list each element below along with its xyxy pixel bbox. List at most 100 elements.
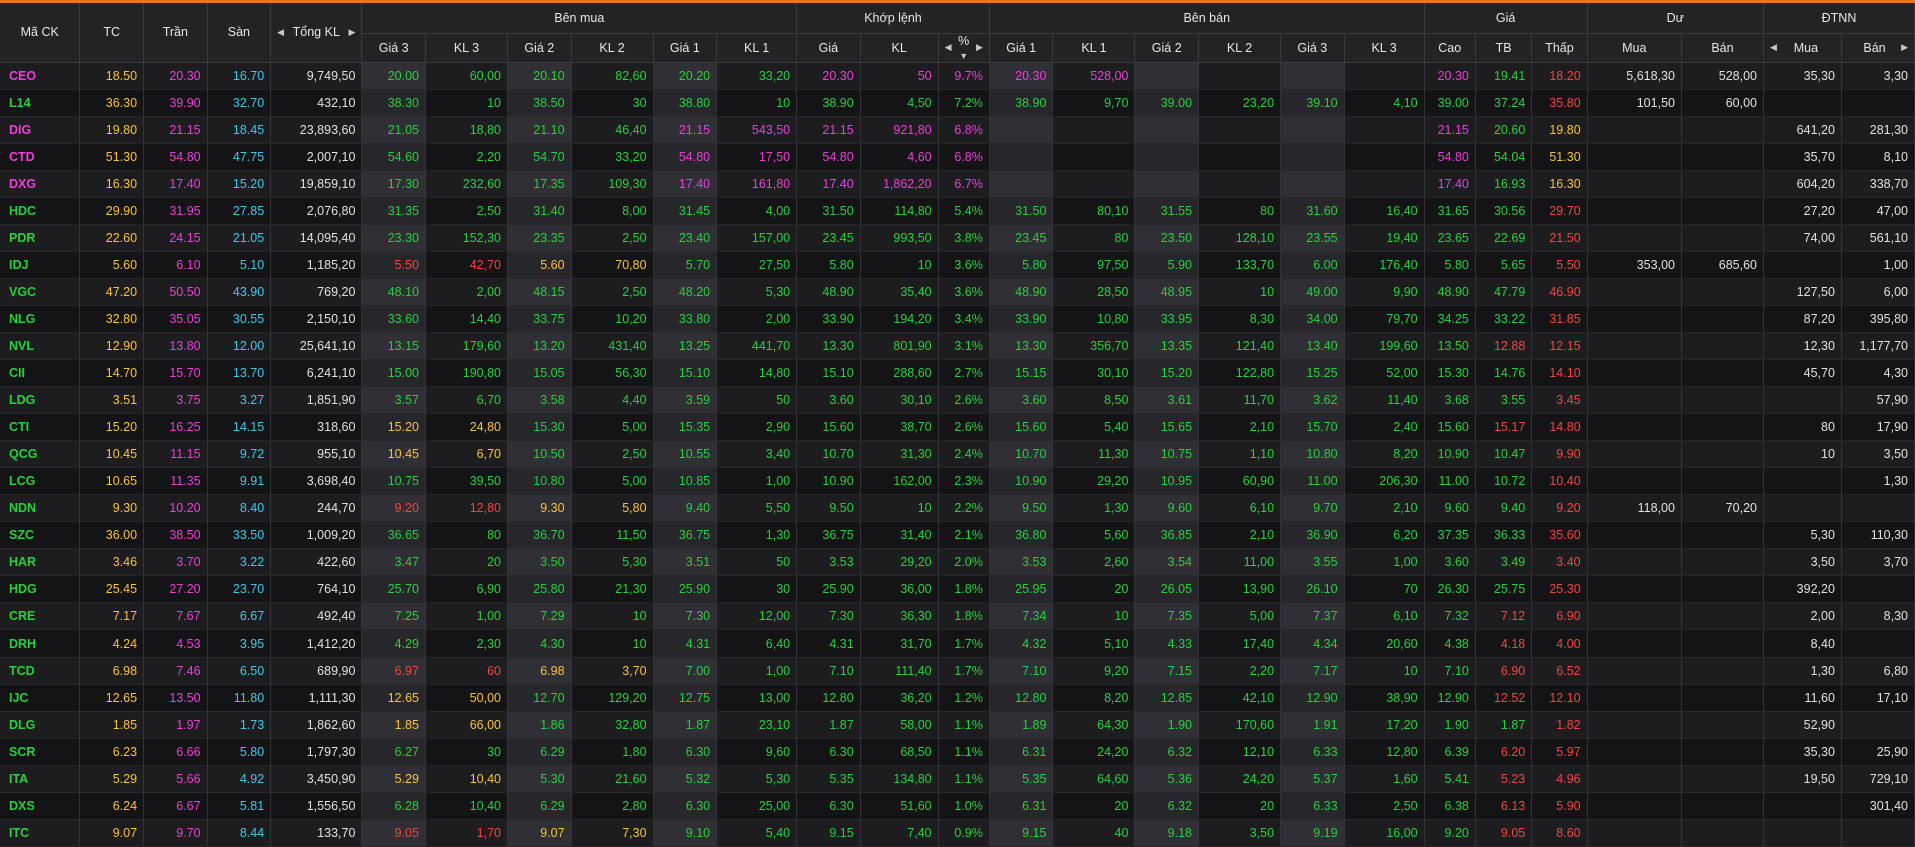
header-sell-vol-2[interactable]: KL 2 xyxy=(1198,33,1282,63)
header-sell-vol-3[interactable]: KL 3 xyxy=(1344,33,1425,63)
cell-symbol[interactable]: DRH xyxy=(0,629,81,658)
scroll-right-icon[interactable]: ▶ xyxy=(976,42,983,53)
header-ceiling[interactable]: Trần xyxy=(143,3,208,63)
table-row[interactable]: NLG 32.80 35.05 30.55 2,150,10 33.60 14,40 33.7… xyxy=(0,305,1915,333)
header-foreign-sell[interactable]: Bán ▶ xyxy=(1841,33,1915,63)
header-foreign-buy[interactable]: ◀ Mua xyxy=(1763,33,1842,63)
header-buy-vol-1[interactable]: KL 1 xyxy=(716,33,798,63)
header-high[interactable]: Cao xyxy=(1424,33,1476,63)
table-row[interactable]: LCG 10.65 11.35 9.91 3,698,40 10.75 39,50 10.80… xyxy=(0,467,1915,496)
cell-symbol[interactable]: DIG xyxy=(0,116,81,144)
cell-symbol[interactable]: PDR xyxy=(0,224,81,252)
header-floor[interactable]: Sàn xyxy=(207,3,272,63)
table-row[interactable]: CTI 15.20 16.25 14.15 318,60 15.20 24,80 15.30 5… xyxy=(0,413,1915,442)
table-row[interactable]: DXG 16.30 17.40 15.20 19,859,10 17.30 232,60 17… xyxy=(0,170,1915,198)
table-row[interactable]: CEO 18.50 20.30 16.70 9,749,50 20.00 60,00 20.1… xyxy=(0,62,1915,90)
cell-symbol[interactable]: NVL xyxy=(0,332,81,361)
header-low[interactable]: Thấp xyxy=(1531,33,1588,63)
header-sell-price-1[interactable]: Giá 1 xyxy=(989,33,1054,63)
table-row[interactable]: HDG 25.45 27.20 23.70 764,10 25.70 6,90 25.80 21… xyxy=(0,575,1915,604)
cell-symbol[interactable]: IJC xyxy=(0,684,81,712)
table-row[interactable]: CRE 7.17 7.67 6.67 492,40 7.25 1,00 7.29 10 7.30 1… xyxy=(0,602,1915,631)
table-row[interactable]: DLG 1.85 1.97 1.73 1,862,60 1.85 66,00 1.86 32,8… xyxy=(0,711,1915,739)
cell-symbol[interactable]: HAR xyxy=(0,548,81,577)
table-row[interactable]: DXS 6.24 6.67 5.81 1,556,50 6.28 10,40 6.29 2,80… xyxy=(0,792,1915,820)
cell-buy-vol-3: 6,70 xyxy=(425,440,508,469)
table-row[interactable]: NDN 9.30 10.20 8.40 244,70 9.20 12,80 9.30 5,80 9… xyxy=(0,494,1915,523)
cell-symbol[interactable]: NLG xyxy=(0,305,81,333)
table-row[interactable]: HAR 3.46 3.70 3.22 422,60 3.47 20 3.50 5,30 3.51 5… xyxy=(0,548,1915,577)
cell-symbol[interactable]: HDC xyxy=(0,197,81,225)
cell-symbol[interactable]: DLG xyxy=(0,711,81,739)
table-row[interactable]: QCG 10.45 11.15 9.72 955,10 10.45 6,70 10.50 2,5… xyxy=(0,440,1915,469)
cell-symbol[interactable]: LDG xyxy=(0,386,81,415)
cell-match-price: 6.30 xyxy=(796,738,861,766)
cell-symbol[interactable]: DXG xyxy=(0,170,81,198)
cell-symbol[interactable]: L14 xyxy=(0,89,81,117)
header-buy-price-3[interactable]: Giá 3 xyxy=(361,33,426,63)
header-sell-price-2[interactable]: Giá 2 xyxy=(1134,33,1200,63)
scroll-left-icon[interactable]: ◀ xyxy=(277,27,284,38)
cell-symbol[interactable]: CTD xyxy=(0,143,81,171)
table-row[interactable]: DIG 19.80 21.15 18.45 23,893,60 21.05 18,80 21.… xyxy=(0,116,1915,144)
header-remain-sell[interactable]: Bán xyxy=(1681,33,1764,63)
header-buy-price-2[interactable]: Giá 2 xyxy=(507,33,572,63)
header-avg[interactable]: TB xyxy=(1475,33,1533,63)
table-row[interactable]: ITC 9.07 9.70 8.44 133,70 9.05 1,70 9.07 7,30 9.1… xyxy=(0,819,1915,847)
table-row[interactable]: NVL 12.90 13.80 12.00 25,641,10 13.15 179,60 13… xyxy=(0,332,1915,361)
cell-symbol[interactable]: SCR xyxy=(0,738,81,766)
cell-symbol[interactable]: VGC xyxy=(0,278,81,306)
cell-symbol[interactable]: IDJ xyxy=(0,251,81,279)
table-row[interactable]: HDC 29.90 31.95 27.85 2,076,80 31.35 2,50 31.40… xyxy=(0,197,1915,225)
cell-match-vol: 51,60 xyxy=(860,792,939,820)
header-total-volume[interactable]: ◀ Tổng KL ▶ xyxy=(270,3,363,63)
cell-sell-vol-2: 20 xyxy=(1198,792,1282,820)
cell-sell-vol-1: 64,60 xyxy=(1052,765,1136,793)
header-sell-price-3[interactable]: Giá 3 xyxy=(1280,33,1345,63)
header-sell-vol-1[interactable]: KL 1 xyxy=(1052,33,1136,63)
table-row[interactable]: IDJ 5.60 6.10 5.10 1,185,20 5.50 42,70 5.60 70,8… xyxy=(0,251,1915,279)
cell-symbol[interactable]: ITA xyxy=(0,765,81,793)
table-row[interactable]: TCD 6.98 7.46 6.50 689,90 6.97 60 6.98 3,70 7.00 1… xyxy=(0,657,1915,685)
cell-symbol[interactable]: TCD xyxy=(0,657,81,685)
table-row[interactable]: ITA 5.29 5.66 4.92 3,450,90 5.29 10,40 5.30 21,6… xyxy=(0,765,1915,793)
table-row[interactable]: CII 14.70 15.70 13.70 6,241,10 15.00 190,80 15.… xyxy=(0,359,1915,388)
header-buy-vol-3[interactable]: KL 3 xyxy=(425,33,508,63)
cell-remain-sell xyxy=(1681,305,1764,333)
cell-symbol[interactable]: CTI xyxy=(0,413,81,442)
header-match-vol[interactable]: KL xyxy=(860,33,939,63)
cell-symbol[interactable]: LCG xyxy=(0,467,81,496)
table-row[interactable]: PDR 22.60 24.15 21.05 14,095,40 23.30 152,30 23… xyxy=(0,224,1915,252)
header-symbol[interactable]: Mã CK xyxy=(0,3,81,63)
table-row[interactable]: LDG 3.51 3.75 3.27 1,851,90 3.57 6,70 3.58 4,40 3… xyxy=(0,386,1915,415)
cell-symbol[interactable]: QCG xyxy=(0,440,81,469)
table-row[interactable]: SZC 36.00 38.50 33.50 1,009,20 36.65 80 36.70 11… xyxy=(0,521,1915,550)
header-match-pct[interactable]: ◀ % ▼ ▶ xyxy=(938,33,990,63)
cell-symbol[interactable]: CRE xyxy=(0,602,81,631)
cell-symbol[interactable]: NDN xyxy=(0,494,81,523)
table-row[interactable]: VGC 47.20 50.50 43.90 769,20 48.10 2,00 48.15 2,… xyxy=(0,278,1915,306)
cell-symbol[interactable]: HDG xyxy=(0,575,81,604)
scroll-left-icon[interactable]: ◀ xyxy=(945,42,952,53)
header-buy-price-1[interactable]: Giá 1 xyxy=(653,33,718,63)
header-buy-vol-2[interactable]: KL 2 xyxy=(571,33,654,63)
scroll-left-icon[interactable]: ◀ xyxy=(1770,42,1777,53)
table-row[interactable]: IJC 12.65 13.50 11.80 1,111,30 12.65 50,00 12.7… xyxy=(0,684,1915,712)
cell-symbol[interactable]: CII xyxy=(0,359,81,388)
sort-desc-icon[interactable]: ▼ xyxy=(959,51,968,61)
header-ref[interactable]: TC xyxy=(79,3,145,63)
cell-symbol[interactable]: CEO xyxy=(0,62,81,90)
cell-symbol[interactable]: ITC xyxy=(0,819,81,847)
cell-remain-sell xyxy=(1681,738,1764,766)
table-row[interactable]: SCR 6.23 6.66 5.80 1,797,30 6.27 30 6.29 1,80 6.3… xyxy=(0,738,1915,766)
cell-symbol[interactable]: SZC xyxy=(0,521,81,550)
scroll-right-icon[interactable]: ▶ xyxy=(348,27,355,38)
table-row[interactable]: CTD 51.30 54.80 47.75 2,007,10 54.60 2,20 54.70… xyxy=(0,143,1915,171)
table-row[interactable]: L14 36.30 39.90 32.70 432,10 38.30 10 38.50 30 38… xyxy=(0,89,1915,117)
cell-symbol[interactable]: DXS xyxy=(0,792,81,820)
header-remain-buy[interactable]: Mua xyxy=(1587,33,1682,63)
scroll-right-icon[interactable]: ▶ xyxy=(1901,42,1908,53)
table-row[interactable]: DRH 4.24 4.53 3.95 1,412,20 4.29 2,30 4.30 10 4.3… xyxy=(0,629,1915,658)
cell-match-vol: 7,40 xyxy=(860,819,939,847)
header-match-price[interactable]: Giá xyxy=(796,33,861,63)
